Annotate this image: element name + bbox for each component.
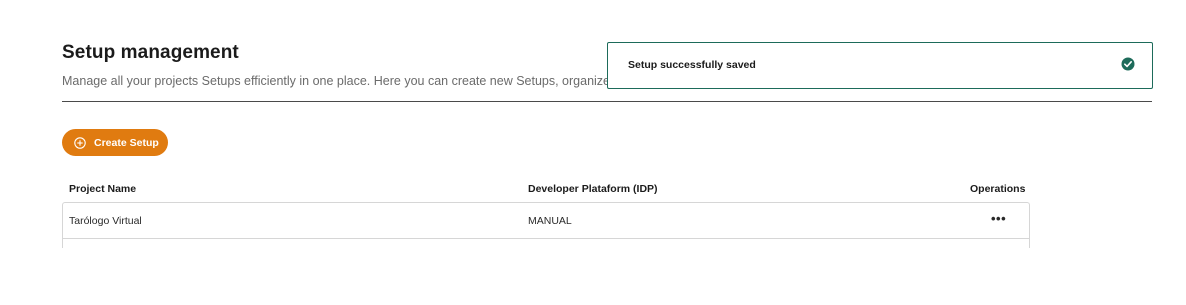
header-divider <box>62 101 1152 102</box>
table-row[interactable]: Tarólogo Virtual MANUAL ••• <box>63 203 1029 239</box>
column-header-operations: Operations <box>970 183 1026 195</box>
create-setup-label: Create Setup <box>94 136 159 149</box>
more-options-icon[interactable]: ••• <box>991 211 1006 226</box>
project-name-cell: Tarólogo Virtual <box>69 215 142 227</box>
page-title: Setup management <box>62 42 239 63</box>
platform-cell: MANUAL <box>528 215 572 227</box>
plus-circle-icon <box>74 136 86 149</box>
column-header-project-name: Project Name <box>69 183 137 195</box>
setup-management-page: Setup management Manage all your project… <box>0 0 1186 305</box>
column-header-developer-platform: Developer Plataform (IDP) <box>528 183 658 195</box>
success-toast: Setup successfully saved <box>607 42 1153 89</box>
setups-table: Tarólogo Virtual MANUAL ••• <box>62 202 1030 248</box>
create-setup-button[interactable]: Create Setup <box>62 129 168 156</box>
toast-message: Setup successfully saved <box>628 59 756 71</box>
check-circle-icon <box>1121 57 1135 71</box>
page-description: Manage all your projects Setups efficien… <box>62 74 622 88</box>
